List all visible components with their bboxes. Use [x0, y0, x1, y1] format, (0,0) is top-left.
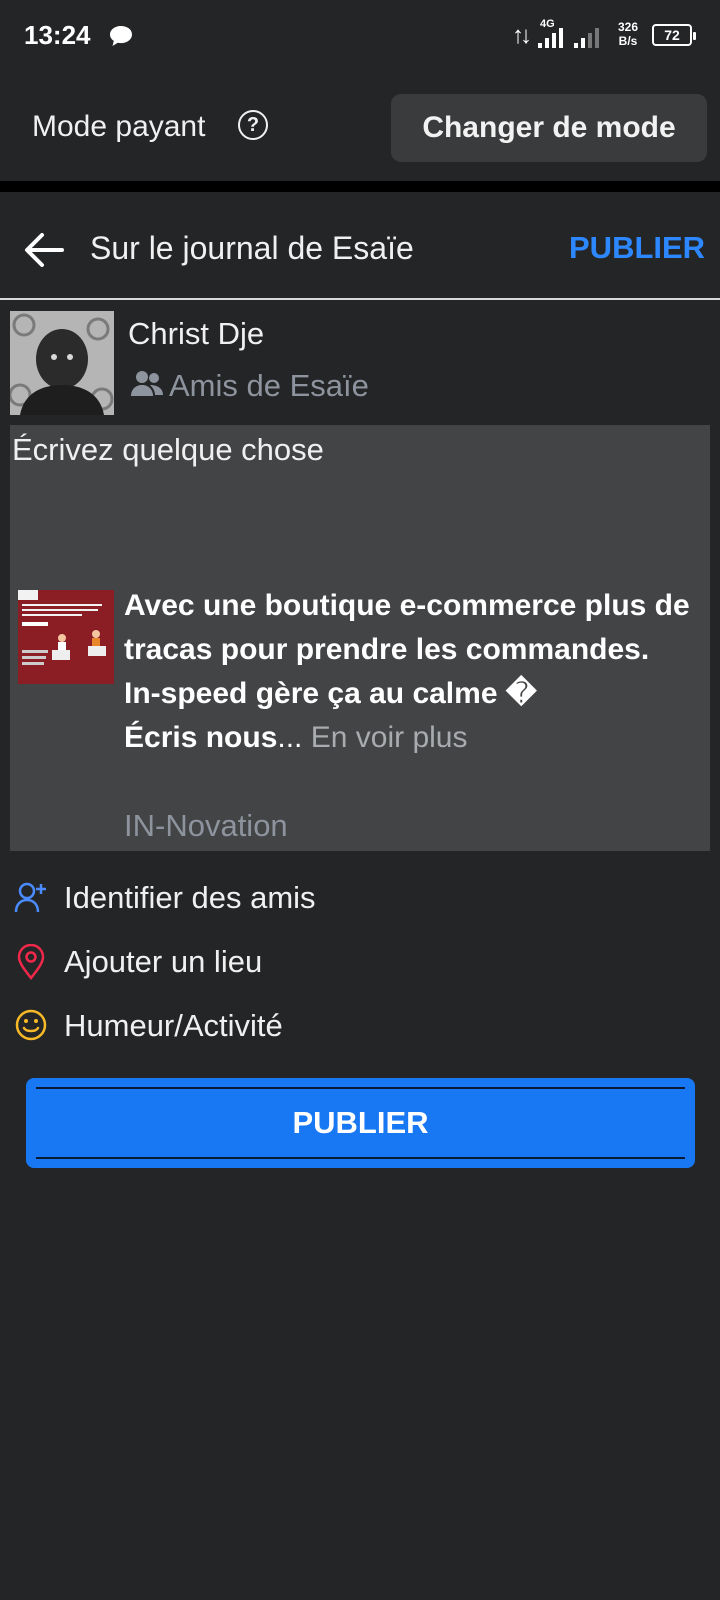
shared-post-line-3: Écris nous — [124, 721, 278, 754]
tag-friends-option[interactable]: Identifier des amis — [64, 880, 316, 916]
header-publish-button[interactable]: PUBLIER — [569, 230, 705, 266]
change-mode-button[interactable]: Changer de mode — [391, 94, 707, 162]
network-speed-unit: B/s — [618, 34, 638, 48]
status-time: 13:24 — [24, 20, 91, 50]
chat-bubble-icon — [108, 24, 134, 53]
question-circle-icon[interactable]: ? — [238, 110, 268, 140]
battery-level: 72 — [664, 27, 680, 43]
arrow-left-icon[interactable] — [22, 230, 66, 275]
battery-indicator: 72 — [652, 24, 696, 46]
shared-post-line: In-speed gère ça au calme � — [124, 677, 537, 710]
see-more-link[interactable]: En voir plus — [311, 721, 468, 754]
audience-selector[interactable]: Amis de Esaïe — [169, 368, 369, 404]
data-transfer-icon: ↑↓ — [512, 22, 532, 49]
feeling-activity-option[interactable]: Humeur/Activité — [64, 1008, 283, 1044]
shared-post-line: Écris nous... En voir plus — [124, 716, 704, 760]
publish-button[interactable]: PUBLIER — [26, 1078, 695, 1168]
avatar — [10, 311, 114, 415]
network-speed: 326 B/s — [618, 20, 638, 48]
smiley-icon[interactable] — [14, 1008, 48, 1047]
shared-post-line: Avec une boutique e-commerce plus de tra… — [124, 589, 690, 666]
signal-icon — [538, 24, 563, 48]
composer-input[interactable]: Écrivez quelque chose — [12, 432, 324, 468]
shared-post-thumbnail — [18, 590, 114, 684]
shared-post-text: Avec une boutique e-commerce plus de tra… — [124, 584, 704, 760]
signal-icon-secondary — [574, 24, 599, 48]
tag-friend-icon[interactable] — [14, 880, 48, 919]
friends-icon[interactable] — [130, 369, 164, 404]
ellipsis: ... — [277, 721, 303, 754]
page-title: Sur le journal de Esaïe — [90, 230, 414, 266]
network-speed-value: 326 — [618, 20, 639, 34]
paid-mode-label: Mode payant — [32, 110, 206, 143]
header-divider — [0, 298, 720, 300]
location-pin-icon[interactable] — [14, 943, 48, 985]
add-location-option[interactable]: Ajouter un lieu — [64, 944, 262, 980]
author-name: Christ Dje — [128, 316, 265, 351]
shared-post-source: IN-Novation — [124, 808, 288, 843]
section-divider — [0, 181, 720, 192]
